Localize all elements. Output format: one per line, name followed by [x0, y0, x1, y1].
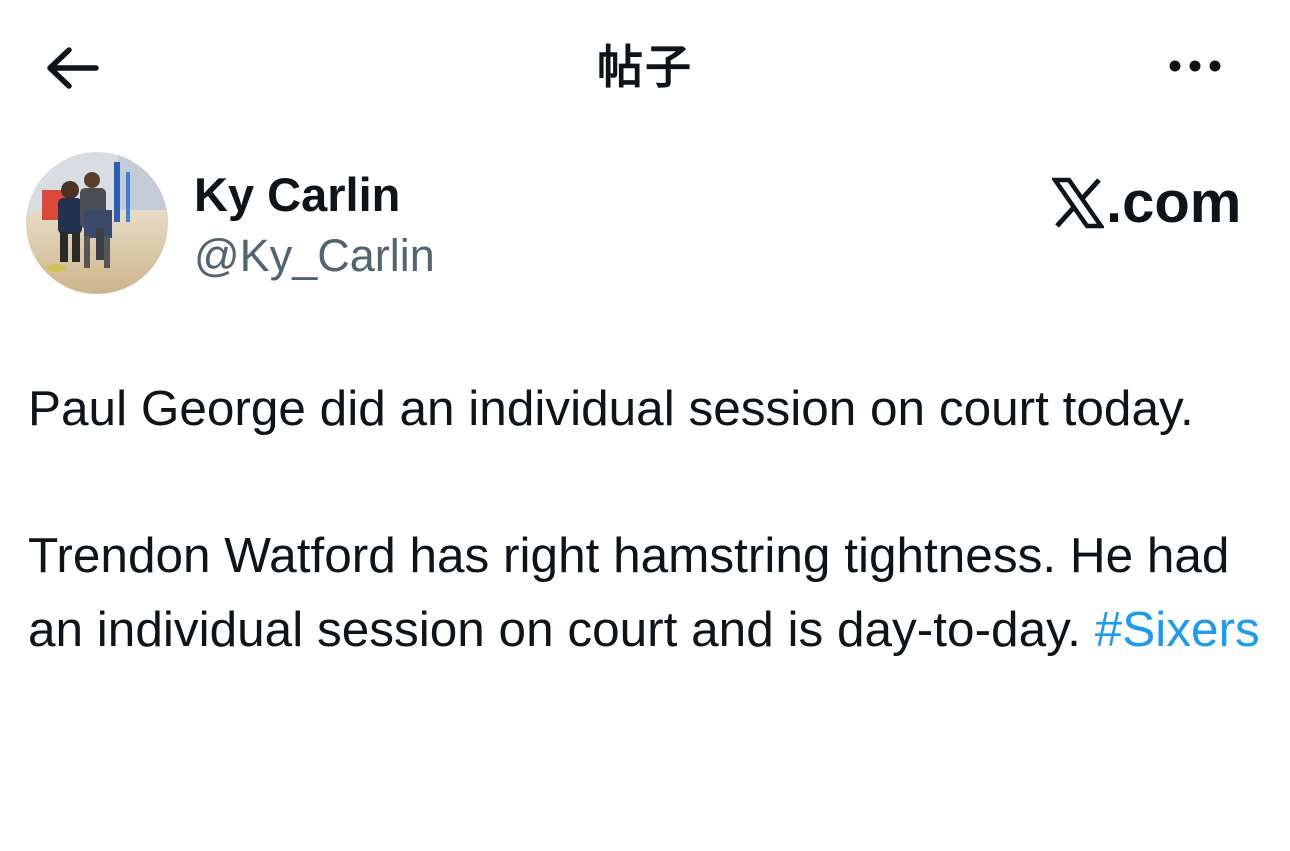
top-navigation-bar: 帖子	[0, 0, 1290, 135]
author-handle[interactable]: @Ky_Carlin	[194, 228, 435, 284]
tweet-body: Paul George did an individual session on…	[28, 372, 1273, 666]
hashtag-link[interactable]: #Sixers	[1095, 602, 1260, 657]
source-brand: .com	[1052, 170, 1241, 236]
avatar[interactable]	[26, 152, 168, 294]
author-display-name[interactable]: Ky Carlin	[194, 166, 400, 224]
tweet-paragraph: Trendon Watford has right hamstring tigh…	[28, 519, 1273, 666]
tweet-paragraph: Paul George did an individual session on…	[28, 372, 1273, 446]
more-options-button[interactable]	[1160, 40, 1230, 92]
tweet-text-1: Paul George did an individual session on…	[28, 381, 1194, 436]
x-logo-icon	[1052, 177, 1104, 229]
ellipsis-horizontal-icon	[1169, 60, 1221, 72]
tweet-text-2: Trendon Watford has right hamstring tigh…	[28, 528, 1230, 657]
page-title: 帖子	[597, 40, 693, 94]
profile-photo	[26, 152, 168, 294]
source-domain: .com	[1106, 170, 1242, 235]
